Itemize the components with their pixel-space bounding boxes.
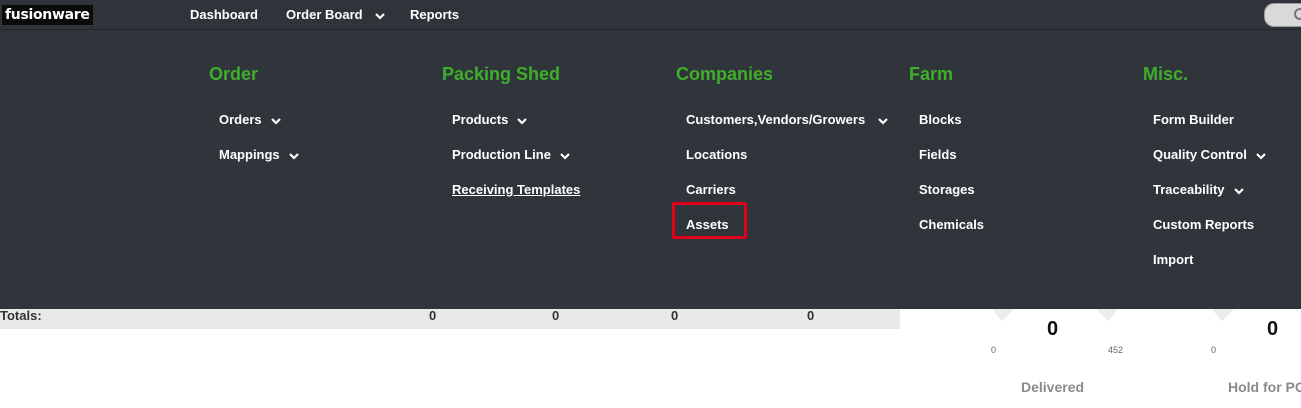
- nav-order-board[interactable]: Order Board: [286, 0, 363, 30]
- totals-row: Totals: 0 0 0 0: [0, 309, 900, 329]
- menu-item-label: Mappings: [219, 147, 280, 162]
- totals-value: 0: [429, 308, 437, 323]
- menu-item-label: Orders: [219, 112, 262, 127]
- menu-item-label: Quality Control: [1153, 147, 1247, 162]
- menu-item-orders[interactable]: Orders: [219, 110, 282, 130]
- menu-heading-misc: Misc.: [1143, 64, 1189, 84]
- menu-column-misc: Misc. Form Builder Quality Control Trace…: [1143, 60, 1266, 267]
- totals-value: 0: [807, 308, 815, 323]
- app-root: fusionware Dashboard Order Board Reports…: [0, 0, 1301, 408]
- totals-label: Totals:: [0, 308, 42, 323]
- hold-for-po-gauge-value: 0: [1267, 318, 1279, 340]
- menu-column-packing-shed: Packing Shed Products Production Line Re…: [442, 60, 580, 197]
- menu-item-label: Products: [452, 112, 509, 127]
- chevron-down-icon[interactable]: [1255, 151, 1267, 161]
- delivered-gauge-max: 452: [1108, 345, 1124, 355]
- search-icon[interactable]: [1294, 8, 1301, 20]
- menu-column-companies: Companies Customers,Vendors/Growers Loca…: [676, 60, 888, 232]
- chevron-down-icon[interactable]: [559, 151, 571, 161]
- menu-item-products[interactable]: Products: [452, 110, 528, 130]
- menu-item-customers-vendors-growers[interactable]: Customers,Vendors/Growers: [686, 110, 889, 130]
- chevron-down-icon[interactable]: [270, 116, 282, 126]
- hold-for-po-gauge-min: 0: [1211, 345, 1217, 355]
- chevron-down-icon[interactable]: [877, 116, 889, 126]
- menu-heading-companies: Companies: [676, 64, 774, 84]
- fusionware-logo[interactable]: fusionware: [2, 5, 93, 25]
- top-navigation-bar: fusionware Dashboard Order Board Reports: [0, 0, 1301, 30]
- delivered-gauge-value: 0: [1047, 318, 1059, 340]
- menu-item-assets[interactable]: Assets: [686, 215, 729, 235]
- mega-menu-panel: Order Orders Mappings Packing Shed Produ…: [0, 30, 1301, 309]
- menu-item-storages[interactable]: Storages: [919, 180, 975, 200]
- menu-heading-order: Order: [209, 64, 259, 84]
- nav-reports[interactable]: Reports: [410, 0, 459, 30]
- menu-item-label: Traceability: [1153, 182, 1225, 197]
- order-board-chevron-down-icon[interactable]: [374, 9, 386, 21]
- menu-item-carriers[interactable]: Carriers: [686, 180, 736, 200]
- menu-item-custom-reports[interactable]: Custom Reports: [1153, 215, 1254, 235]
- menu-item-production-line[interactable]: Production Line: [452, 145, 571, 165]
- chevron-down-icon[interactable]: [516, 116, 528, 126]
- delivered-gauge-label: Delivered: [1021, 379, 1085, 395]
- menu-item-chemicals[interactable]: Chemicals: [919, 215, 984, 235]
- hold-for-po-gauge-label: Hold for PO: [1228, 379, 1301, 395]
- menu-item-mappings[interactable]: Mappings: [219, 145, 300, 165]
- menu-item-receiving-templates[interactable]: Receiving Templates: [452, 180, 580, 200]
- chevron-down-icon[interactable]: [288, 151, 300, 161]
- menu-item-blocks[interactable]: Blocks: [919, 110, 962, 130]
- hold-for-po-gauge-arc: [1200, 309, 1301, 343]
- menu-item-locations[interactable]: Locations: [686, 145, 747, 165]
- totals-value: 0: [552, 308, 560, 323]
- menu-item-traceability[interactable]: Traceability: [1153, 180, 1245, 200]
- menu-heading-packing-shed: Packing Shed: [442, 64, 561, 84]
- menu-item-fields[interactable]: Fields: [919, 145, 957, 165]
- menu-item-import[interactable]: Import: [1153, 250, 1193, 270]
- menu-item-quality-control[interactable]: Quality Control: [1153, 145, 1267, 165]
- chevron-down-icon[interactable]: [1233, 186, 1245, 196]
- totals-value: 0: [671, 308, 679, 323]
- menu-item-label: Customers,Vendors/Growers: [686, 112, 866, 127]
- delivered-gauge-min: 0: [991, 345, 997, 355]
- menu-item-form-builder[interactable]: Form Builder: [1153, 110, 1234, 130]
- menu-item-label: Production Line: [452, 147, 551, 162]
- menu-heading-farm: Farm: [909, 64, 954, 84]
- menu-column-order: Order Orders Mappings: [209, 60, 299, 162]
- menu-column-farm: Farm Blocks Fields Storages Chemicals: [909, 60, 984, 232]
- nav-dashboard[interactable]: Dashboard: [190, 0, 258, 30]
